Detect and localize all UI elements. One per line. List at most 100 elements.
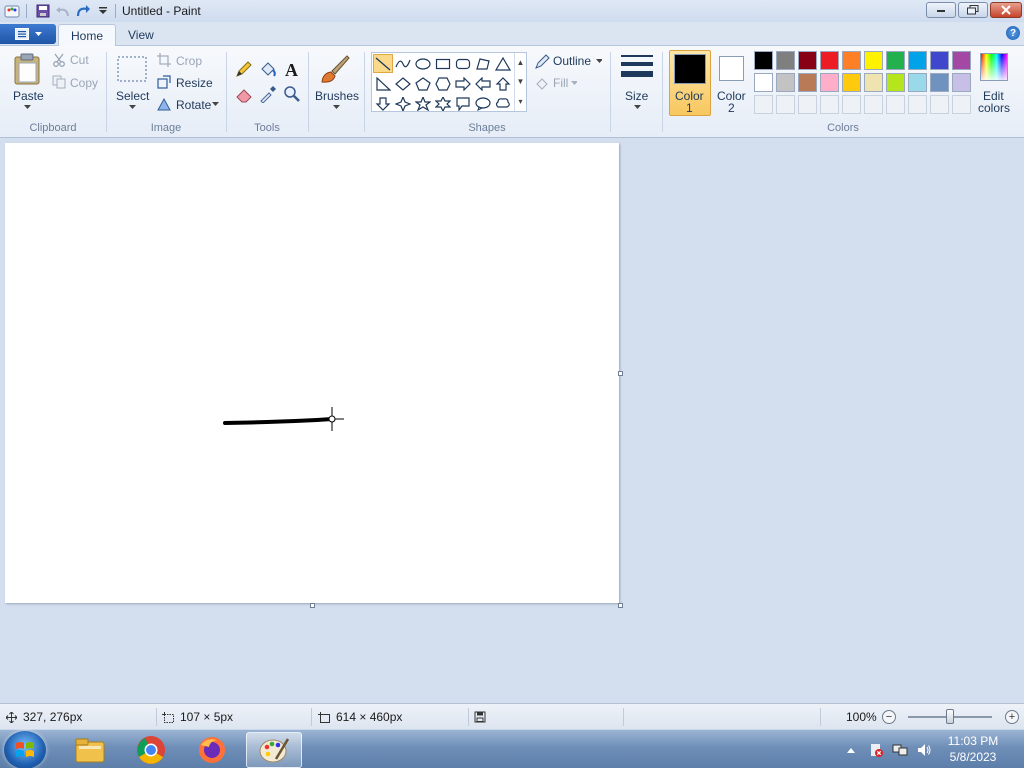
palette-color-swatch[interactable] xyxy=(776,73,795,92)
text-icon[interactable]: A xyxy=(281,58,303,80)
custom-color-slot[interactable] xyxy=(864,95,883,114)
chevron-down-icon[interactable] xyxy=(632,104,642,110)
select-icon[interactable] xyxy=(116,55,148,83)
left-arrow-shape-icon[interactable] xyxy=(473,74,493,93)
diamond-shape-icon[interactable] xyxy=(393,74,413,93)
resize-button[interactable]: Resize xyxy=(176,76,213,90)
pencil-icon[interactable] xyxy=(233,58,255,80)
volume-icon[interactable] xyxy=(916,742,932,758)
oval-callout-shape-icon[interactable] xyxy=(473,94,493,113)
down-arrow-shape-icon[interactable] xyxy=(373,94,393,113)
file-explorer-taskbar-button[interactable] xyxy=(62,732,118,768)
right-arrow-shape-icon[interactable] xyxy=(453,74,473,93)
firefox-taskbar-button[interactable] xyxy=(184,732,240,768)
six-point-star-shape-icon[interactable] xyxy=(433,94,453,113)
palette-color-swatch[interactable] xyxy=(952,51,971,70)
custom-color-slot[interactable] xyxy=(776,95,795,114)
palette-color-swatch[interactable] xyxy=(776,51,795,70)
palette-color-swatch[interactable] xyxy=(864,73,883,92)
shapes-scroll[interactable]: ▲ ▼ ▾ xyxy=(514,53,526,111)
palette-color-swatch[interactable] xyxy=(754,51,773,70)
chrome-taskbar-button[interactable] xyxy=(123,732,179,768)
rectangle-shape-icon[interactable] xyxy=(433,54,453,73)
redo-icon[interactable] xyxy=(73,1,93,21)
custom-color-slot[interactable] xyxy=(798,95,817,114)
size-icon[interactable] xyxy=(619,52,655,86)
paint-taskbar-button[interactable] xyxy=(246,732,302,768)
palette-color-swatch[interactable] xyxy=(842,73,861,92)
color1-swatch[interactable] xyxy=(674,54,706,84)
zoom-in-button[interactable]: + xyxy=(1005,710,1019,724)
save-icon[interactable] xyxy=(33,1,53,21)
line-shape-icon[interactable] xyxy=(373,54,393,73)
oval-shape-icon[interactable] xyxy=(413,54,433,73)
five-point-star-shape-icon[interactable] xyxy=(413,94,433,113)
palette-color-swatch[interactable] xyxy=(820,51,839,70)
show-hidden-icons-icon[interactable] xyxy=(846,746,856,754)
customize-qat-icon[interactable] xyxy=(93,1,113,21)
canvas-resize-handle-bottom[interactable] xyxy=(310,603,315,608)
size-button[interactable]: Size xyxy=(625,89,648,103)
edit-colors-icon[interactable] xyxy=(980,53,1008,81)
chevron-down-icon[interactable] xyxy=(211,101,219,107)
network-icon[interactable] xyxy=(892,742,908,758)
action-center-icon[interactable] xyxy=(868,742,884,758)
crop-button[interactable]: Crop xyxy=(176,54,202,68)
color2-swatch[interactable] xyxy=(719,56,744,81)
cut-button[interactable]: Cut xyxy=(70,53,89,67)
help-icon[interactable]: ? xyxy=(1006,26,1020,40)
rounded-rectangle-shape-icon[interactable] xyxy=(453,54,473,73)
palette-color-swatch[interactable] xyxy=(820,73,839,92)
rotate-button[interactable]: Rotate xyxy=(176,98,211,112)
color-picker-icon[interactable] xyxy=(257,83,279,105)
palette-color-swatch[interactable] xyxy=(908,73,927,92)
chevron-down-icon[interactable] xyxy=(331,104,341,110)
up-arrow-shape-icon[interactable] xyxy=(493,74,513,93)
chevron-down-icon[interactable] xyxy=(127,104,137,110)
custom-color-slot[interactable] xyxy=(886,95,905,114)
outline-button[interactable]: Outline xyxy=(553,54,591,68)
paint-app-icon[interactable] xyxy=(2,1,22,21)
cloud-callout-shape-icon[interactable] xyxy=(493,94,513,113)
custom-color-slot[interactable] xyxy=(842,95,861,114)
start-button[interactable] xyxy=(4,731,46,768)
fill-button[interactable]: Fill xyxy=(553,76,568,90)
custom-color-slot[interactable] xyxy=(754,95,773,114)
pentagon-shape-icon[interactable] xyxy=(413,74,433,93)
palette-color-swatch[interactable] xyxy=(930,73,949,92)
custom-color-slot[interactable] xyxy=(930,95,949,114)
chevron-down-icon[interactable] xyxy=(596,58,602,63)
right-triangle-shape-icon[interactable] xyxy=(373,74,393,93)
curve-shape-icon[interactable] xyxy=(393,54,413,73)
paint-menu-button[interactable] xyxy=(0,24,56,44)
custom-color-slot[interactable] xyxy=(820,95,839,114)
palette-color-swatch[interactable] xyxy=(908,51,927,70)
fill-bucket-icon[interactable] xyxy=(257,58,279,80)
zoom-out-button[interactable]: − xyxy=(882,710,896,724)
triangle-shape-icon[interactable] xyxy=(493,54,513,73)
paste-button[interactable]: Paste xyxy=(13,89,44,103)
tab-view[interactable]: View xyxy=(116,24,166,46)
scroll-down-icon[interactable]: ▼ xyxy=(517,77,525,86)
drawing-canvas[interactable] xyxy=(5,143,619,603)
palette-color-swatch[interactable] xyxy=(754,73,773,92)
expand-gallery-icon[interactable]: ▾ xyxy=(518,97,522,106)
magnifier-icon[interactable] xyxy=(281,83,303,105)
canvas-resize-handle-corner[interactable] xyxy=(618,603,623,608)
palette-color-swatch[interactable] xyxy=(952,73,971,92)
brush-icon[interactable] xyxy=(318,52,352,86)
brushes-button[interactable]: Brushes xyxy=(315,89,359,103)
tab-home[interactable]: Home xyxy=(58,24,117,46)
close-button[interactable] xyxy=(990,2,1022,18)
zoom-slider-thumb[interactable] xyxy=(946,709,954,724)
custom-color-slot[interactable] xyxy=(952,95,971,114)
clock[interactable]: 11:03 PM 5/8/2023 xyxy=(940,733,1006,765)
hexagon-shape-icon[interactable] xyxy=(433,74,453,93)
eraser-icon[interactable] xyxy=(233,83,255,105)
palette-color-swatch[interactable] xyxy=(798,51,817,70)
palette-color-swatch[interactable] xyxy=(798,73,817,92)
canvas-resize-handle-right[interactable] xyxy=(618,371,623,376)
four-point-star-shape-icon[interactable] xyxy=(393,94,413,113)
restore-button[interactable] xyxy=(958,2,988,18)
copy-button[interactable]: Copy xyxy=(70,76,98,90)
